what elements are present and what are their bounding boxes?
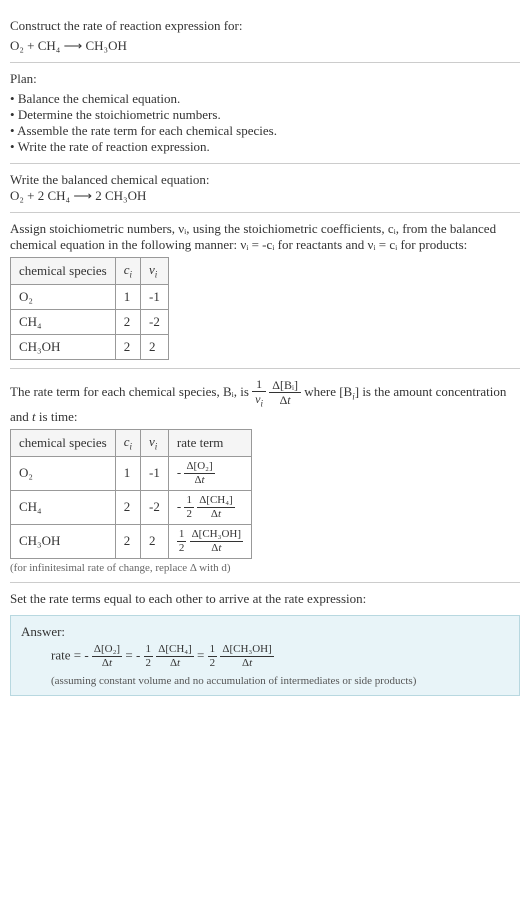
cell-vi: -1 <box>141 284 169 309</box>
rate-intro-frac1: 1 νi <box>252 377 266 409</box>
cell-ci: 2 <box>115 334 140 359</box>
cell-species: CH₃OH <box>11 334 116 359</box>
cell-species: O₂ <box>11 284 116 309</box>
unbalanced-equation: O₂ + CH₄ ⟶ CH₃OH <box>10 38 520 54</box>
table-row: CH₃OH 2 2 1 2 Δ[CH₃OH] Δt <box>11 524 252 558</box>
rate-intro-frac2: Δ[Bᵢ] Δt <box>269 378 301 407</box>
th-vi: νi <box>141 258 169 285</box>
rate-intro: The rate term for each chemical species,… <box>10 377 520 425</box>
th-vi: νi <box>141 429 169 456</box>
answer-box: Answer: rate = - Δ[O₂] Δt = - 1 2 Δ[CH₄]… <box>10 615 520 696</box>
table-header-row: chemical species ci νi rate term <box>11 429 252 456</box>
plan-item: Write the rate of reaction expression. <box>10 139 520 155</box>
balanced-equation: O₂ + 2 CH₄ ⟶ 2 CH₃OH <box>10 188 520 204</box>
stoich-table: chemical species ci νi O₂ 1 -1 CH₄ 2 -2 … <box>10 257 169 360</box>
table-row: CH₄ 2 -2 - 1 2 Δ[CH₄] Δt <box>11 490 252 524</box>
cell-vi: 2 <box>141 334 169 359</box>
th-species: chemical species <box>11 258 116 285</box>
cell-ci: 2 <box>115 490 140 524</box>
table-row: O₂ 1 -1 <box>11 284 169 309</box>
cell-species: CH₄ <box>11 490 116 524</box>
cell-vi: -2 <box>141 309 169 334</box>
plan-item: Determine the stoichiometric numbers. <box>10 107 520 123</box>
rate-table: chemical species ci νi rate term O₂ 1 -1… <box>10 429 252 559</box>
table-row: O₂ 1 -1 - Δ[O₂] Δt <box>11 456 252 490</box>
cell-ci: 1 <box>115 456 140 490</box>
rate-intro-pre: The rate term for each chemical species,… <box>10 384 252 399</box>
cell-rateterm: - 1 2 Δ[CH₄] Δt <box>168 490 251 524</box>
final-label: Set the rate terms equal to each other t… <box>10 591 520 607</box>
cell-vi: -2 <box>141 490 169 524</box>
cell-species: CH₃OH <box>11 524 116 558</box>
th-ci: ci <box>115 258 140 285</box>
plan-list: Balance the chemical equation. Determine… <box>10 91 520 155</box>
answer-equation: rate = - Δ[O₂] Δt = - 1 2 Δ[CH₄] Δt = 1 … <box>51 644 509 669</box>
prompt-text: Construct the rate of reaction expressio… <box>10 18 520 34</box>
th-rateterm: rate term <box>168 429 251 456</box>
rate-term-section: The rate term for each chemical species,… <box>10 369 520 583</box>
rate-footnote: (for infinitesimal rate of change, repla… <box>10 562 520 574</box>
cell-vi: -1 <box>141 456 169 490</box>
stoich-intro: Assign stoichiometric numbers, νᵢ, using… <box>10 221 520 253</box>
plan-section: Plan: Balance the chemical equation. Det… <box>10 63 520 164</box>
table-header-row: chemical species ci νi <box>11 258 169 285</box>
cell-species: CH₄ <box>11 309 116 334</box>
plan-label: Plan: <box>10 71 520 87</box>
plan-item: Assemble the rate term for each chemical… <box>10 123 520 139</box>
rate-prefix: rate = <box>51 647 84 662</box>
cell-species: O₂ <box>11 456 116 490</box>
cell-vi: 2 <box>141 524 169 558</box>
prompt-section: Construct the rate of reaction expressio… <box>10 10 520 63</box>
table-row: CH₃OH 2 2 <box>11 334 169 359</box>
final-section: Set the rate terms equal to each other t… <box>10 583 520 704</box>
cell-ci: 2 <box>115 309 140 334</box>
stoich-section: Assign stoichiometric numbers, νᵢ, using… <box>10 213 520 369</box>
th-ci: ci <box>115 429 140 456</box>
th-species: chemical species <box>11 429 116 456</box>
cell-ci: 2 <box>115 524 140 558</box>
answer-label: Answer: <box>21 624 509 640</box>
plan-item: Balance the chemical equation. <box>10 91 520 107</box>
cell-rateterm: 1 2 Δ[CH₃OH] Δt <box>168 524 251 558</box>
answer-assumption: (assuming constant volume and no accumul… <box>51 675 509 687</box>
cell-rateterm: - Δ[O₂] Δt <box>168 456 251 490</box>
balanced-section: Write the balanced chemical equation: O₂… <box>10 164 520 213</box>
table-row: CH₄ 2 -2 <box>11 309 169 334</box>
cell-ci: 1 <box>115 284 140 309</box>
balanced-label: Write the balanced chemical equation: <box>10 172 520 188</box>
